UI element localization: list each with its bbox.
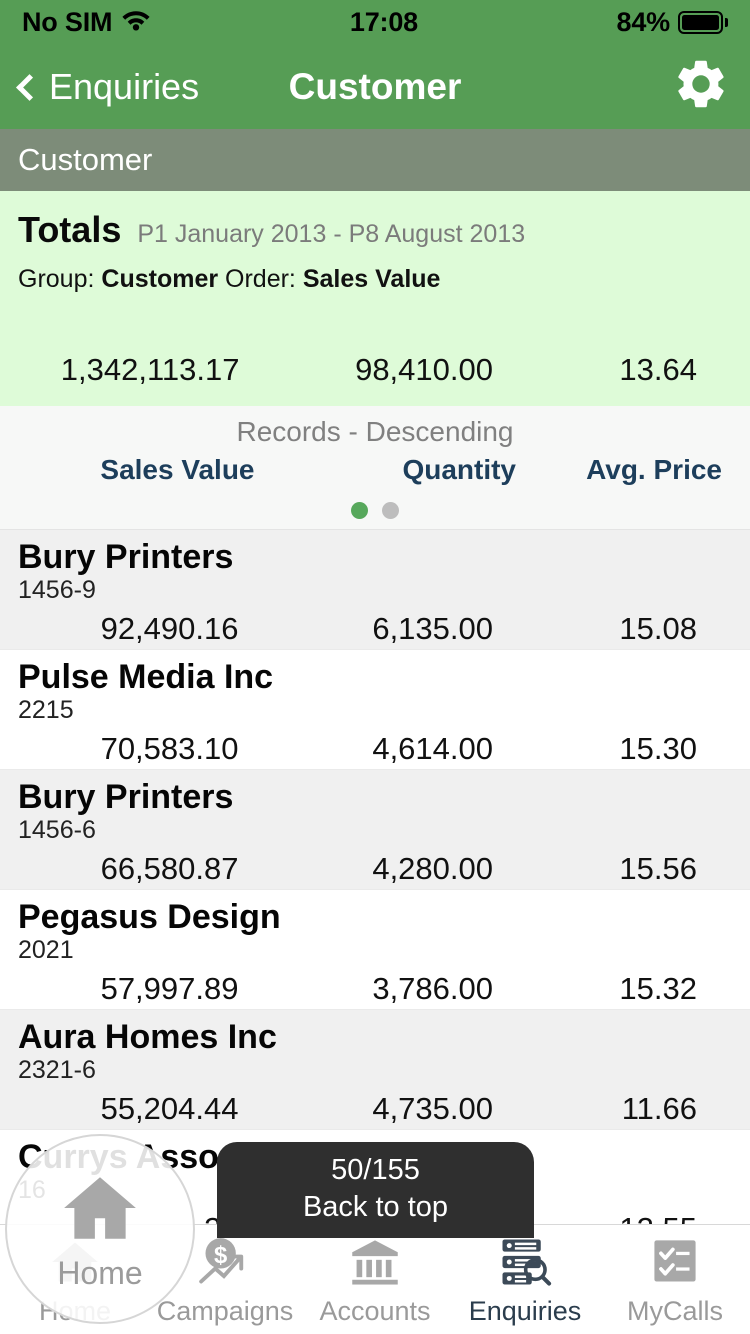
status-bar-left: No SIM <box>22 7 151 38</box>
totals-sales-value: 1,342,113.17 <box>60 352 240 387</box>
tab-accounts-label: Accounts <box>319 1296 431 1326</box>
tab-accounts[interactable]: Accounts <box>300 1225 450 1334</box>
home-icon <box>64 1176 136 1239</box>
record-avg-price: 15.08 <box>619 610 697 646</box>
gear-icon <box>678 60 724 108</box>
tab-mycalls-label: MyCalls <box>626 1296 723 1326</box>
tab-enquiries-label: Enquiries <box>468 1296 582 1326</box>
carrier-label: No SIM <box>22 6 113 37</box>
totals-avg-price: 13.64 <box>619 352 697 387</box>
back-to-top-toast[interactable]: 50/155 Back to top <box>217 1141 534 1238</box>
record-sales-value: 70,583.10 <box>100 730 239 766</box>
record-values: 66,580.87 4,280.00 15.56 <box>0 851 750 887</box>
tab-enquiries[interactable]: Enquiries <box>450 1225 600 1334</box>
record-name: Bury Printers <box>18 538 234 576</box>
table-row[interactable]: Pegasus Design 2021 57,997.89 3,786.00 1… <box>0 890 750 1010</box>
bank-icon <box>347 1232 403 1292</box>
totals-header: Totals P1 January 2013 - P8 August 2013 <box>0 209 750 251</box>
wifi-icon <box>121 7 151 38</box>
sub-header-label: Customer <box>18 142 153 177</box>
battery-percent-label: 84% <box>616 6 671 37</box>
battery-full-icon <box>678 10 728 34</box>
totals-quantity: 98,410.00 <box>355 352 493 387</box>
order-prefix-label: Order: <box>225 265 296 293</box>
back-button[interactable]: Enquiries <box>16 65 200 108</box>
record-quantity: 4,614.00 <box>372 730 493 766</box>
back-button-label: Enquiries <box>49 65 200 107</box>
record-name: Aura Homes Inc <box>18 1018 277 1056</box>
svg-text:$: $ <box>214 1242 227 1269</box>
order-value-label: Sales Value <box>302 265 441 293</box>
app-screen: No SIM 17:08 84% Enquiries Customer Cust… <box>0 0 750 1334</box>
record-quantity: 4,280.00 <box>372 850 493 886</box>
table-row[interactable]: Aura Homes Inc 2321-6 55,204.44 4,735.00… <box>0 1010 750 1130</box>
record-sales-value: 92,490.16 <box>100 610 239 646</box>
table-row[interactable]: Bury Printers 1456-9 92,490.16 6,135.00 … <box>0 530 750 650</box>
chevron-left-icon <box>16 74 43 101</box>
record-code: 1456-6 <box>18 816 96 845</box>
record-count-label: 50/155 <box>331 1153 420 1186</box>
clock: 17:08 <box>349 6 418 37</box>
totals-panel: Totals P1 January 2013 - P8 August 2013 … <box>0 191 750 406</box>
column-header-sales-value[interactable]: Sales Value <box>0 454 278 486</box>
campaigns-icon: $ <box>196 1232 254 1292</box>
column-header-avg-price[interactable]: Avg. Price <box>525 454 750 486</box>
record-name: Pegasus Design <box>18 898 281 936</box>
record-code: 2215 <box>18 696 74 725</box>
record-avg-price: 15.56 <box>619 850 697 886</box>
record-values: 55,204.44 4,735.00 11.66 <box>0 1091 750 1127</box>
totals-values-row: 1,342,113.17 98,410.00 13.64 <box>0 352 750 388</box>
record-quantity: 3,786.00 <box>372 970 493 1006</box>
checklist-icon <box>648 1232 702 1292</box>
record-sales-value: 55,204.44 <box>100 1090 239 1126</box>
column-header-bar: Records - Descending Sales Value Quantit… <box>0 406 750 530</box>
home-tab-spotlight-overlay[interactable]: Home <box>5 1134 195 1324</box>
records-sort-label: Records - Descending <box>236 416 514 447</box>
page-dot-1[interactable] <box>351 502 368 519</box>
back-to-top-label: Back to top <box>302 1190 449 1223</box>
totals-title: Totals <box>18 209 122 250</box>
record-code: 1456-9 <box>18 576 96 605</box>
record-name: Bury Printers <box>18 778 234 816</box>
record-quantity: 6,135.00 <box>372 610 493 646</box>
status-bar-right: 84% <box>617 7 728 38</box>
page-dot-2[interactable] <box>382 502 399 519</box>
column-header-quantity[interactable]: Quantity <box>278 454 526 486</box>
record-avg-price: 15.32 <box>619 970 697 1006</box>
settings-button[interactable] <box>672 55 730 118</box>
record-code: 2321-6 <box>18 1056 96 1085</box>
record-name: Pulse Media Inc <box>18 658 274 696</box>
sub-header-bar: Customer <box>0 129 750 191</box>
record-sales-value: 57,997.89 <box>100 970 239 1006</box>
status-bar: No SIM 17:08 84% <box>0 0 750 44</box>
column-header-row: Sales Value Quantity Avg. Price <box>0 454 750 486</box>
record-code: 2021 <box>18 936 74 965</box>
table-row[interactable]: Pulse Media Inc 2215 70,583.10 4,614.00 … <box>0 650 750 770</box>
group-value-label: Customer <box>101 265 219 293</box>
record-avg-price: 15.30 <box>619 730 697 766</box>
spotlight-label: Home <box>57 1254 143 1291</box>
totals-group-order: Group: Customer Order: Sales Value <box>0 251 750 294</box>
navigation-bar: Enquiries Customer <box>0 44 750 129</box>
record-values: 92,490.16 6,135.00 15.08 <box>0 611 750 647</box>
record-avg-price: 11.66 <box>621 1090 697 1126</box>
record-values: 70,583.10 4,614.00 15.30 <box>0 731 750 767</box>
record-quantity: 4,735.00 <box>372 1090 493 1126</box>
tab-campaigns-label: Campaigns <box>156 1296 294 1326</box>
record-sales-value: 66,580.87 <box>100 850 239 886</box>
group-prefix-label: Group: <box>18 265 95 293</box>
record-values: 57,997.89 3,786.00 15.32 <box>0 971 750 1007</box>
database-search-icon <box>497 1232 553 1292</box>
tab-mycalls[interactable]: MyCalls <box>600 1225 750 1334</box>
totals-period: P1 January 2013 - P8 August 2013 <box>137 220 526 248</box>
table-row[interactable]: Bury Printers 1456-6 66,580.87 4,280.00 … <box>0 770 750 890</box>
page-indicator[interactable] <box>0 486 750 519</box>
